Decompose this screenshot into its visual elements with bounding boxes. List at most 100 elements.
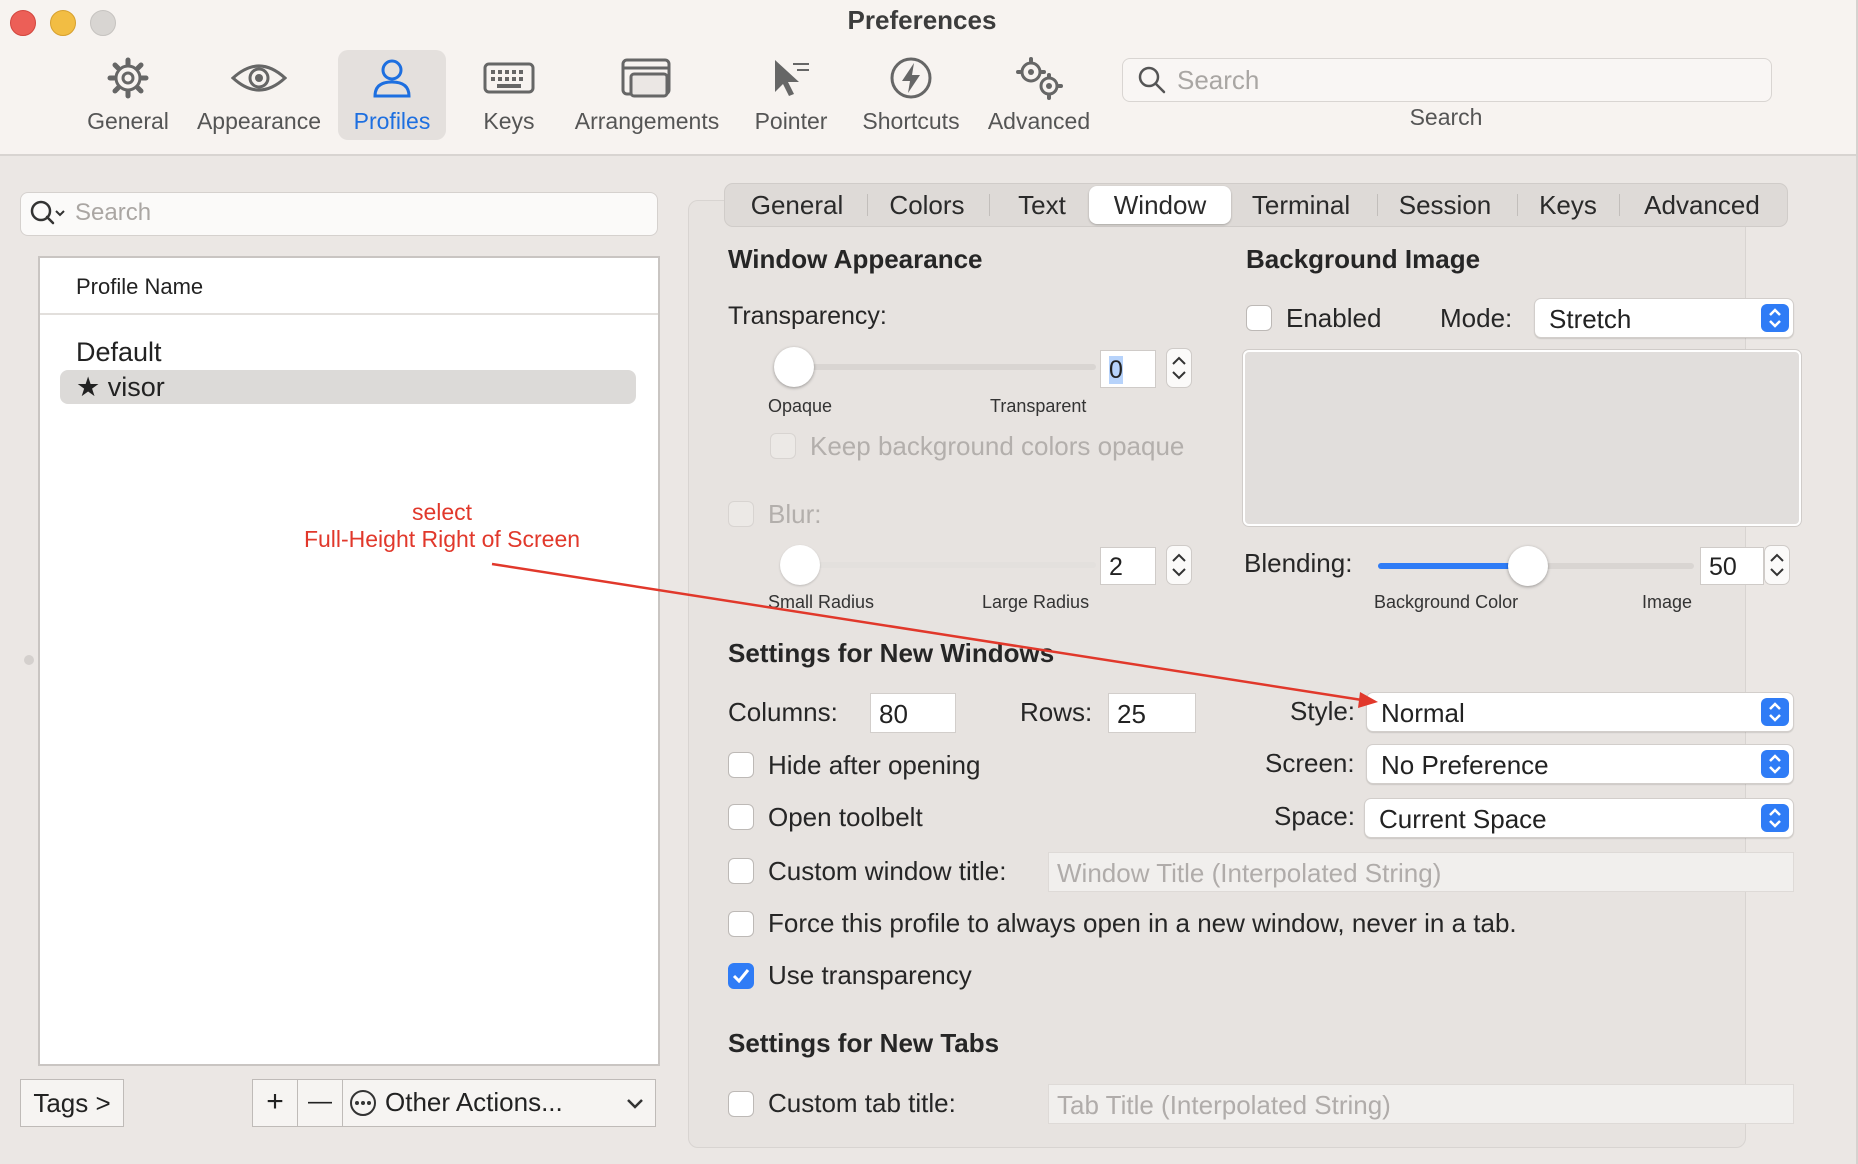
blur-stepper[interactable] [1166,545,1192,585]
stepper-arrows-icon [1770,553,1784,577]
style-label: Style: [1290,696,1356,726]
toolbar-label: General [87,108,169,134]
profile-search-field[interactable]: Search [20,192,658,236]
tab-text[interactable]: Text [997,184,1087,226]
window-appearance-heading: Window Appearance [728,244,983,274]
toolbar: Preferences General Appearance Profiles … [0,0,1856,156]
toolbar-profiles[interactable]: Profiles [338,50,446,140]
tab-title-field[interactable]: Tab Title (Interpolated String) [1048,1084,1794,1124]
profile-row[interactable]: Default [60,335,636,369]
annotation-text: select Full-Height Right of Screen [282,499,602,553]
tags-button[interactable]: Tags > [20,1079,124,1127]
pointer-icon [775,60,809,96]
custom-window-title-checkbox[interactable] [728,858,754,884]
toolbar-advanced[interactable]: Advanced [984,50,1094,140]
tab-separator [867,194,868,216]
preferences-window: Preferences General Appearance Profiles … [0,0,1858,1164]
columns-field[interactable]: 80 [870,693,956,733]
blending-min-label: Background Color [1374,592,1519,612]
bg-mode-select[interactable]: Stretch [1534,298,1794,338]
toolbar-general[interactable]: General [80,50,176,140]
toolbar-keys[interactable]: Keys [466,50,552,140]
tab-colors[interactable]: Colors [875,184,979,226]
blur-checkbox[interactable] [728,501,754,527]
updown-chevron-icon [1761,750,1789,778]
add-profile-button[interactable]: + [253,1080,298,1126]
tab-keys[interactable]: Keys [1525,184,1611,226]
toolbar-search-field[interactable]: Search [1122,58,1772,102]
blending-stepper[interactable] [1764,545,1790,585]
transparency-stepper[interactable] [1166,348,1192,388]
blur-slider-track[interactable] [780,562,1096,568]
toolbar-shortcuts[interactable]: Shortcuts [854,50,968,140]
open-toolbelt-label: Open toolbelt [768,802,923,832]
toolbar-label: Pointer [754,108,828,134]
toolbar-arrangements[interactable]: Arrangements [570,50,724,140]
window-title: Preferences [847,5,997,35]
keep-bg-opaque-checkbox[interactable] [770,433,796,459]
hide-after-opening-checkbox[interactable] [728,752,754,778]
profile-row-selected[interactable]: ★ visor [60,370,636,404]
background-image-well[interactable] [1243,350,1801,526]
other-actions-menu[interactable]: Other Actions... [343,1080,655,1126]
tab-session[interactable]: Session [1385,184,1505,226]
columns-label: Columns: [728,697,838,727]
force-new-window-label: Force this profile to always open in a n… [768,908,1517,938]
transparency-slider-knob[interactable] [774,347,814,387]
style-value: Normal [1381,698,1465,728]
force-new-window-checkbox[interactable] [728,911,754,937]
blending-value-field[interactable]: 50 [1700,547,1764,585]
window-title-field[interactable]: Window Title (Interpolated String) [1048,852,1794,892]
splitter-handle[interactable] [24,655,34,665]
toolbar-search-label: Search [1409,104,1483,130]
tab-separator [1377,194,1378,216]
blur-value-field[interactable]: 2 [1100,547,1156,585]
background-image-heading: Background Image [1246,244,1481,274]
transparency-slider-track[interactable] [790,364,1096,370]
screen-select[interactable]: No Preference [1366,744,1794,784]
blending-label: Blending: [1244,548,1353,578]
profile-column-header-label: Profile Name [76,274,204,299]
blending-slider-fill [1378,563,1529,569]
rows-label: Rows: [1020,697,1093,727]
blending-slider-knob[interactable] [1508,546,1549,586]
toolbar-label: Appearance [196,108,322,134]
custom-tab-title-label: Custom tab title: [768,1088,956,1118]
transparency-label: Transparency: [728,302,887,330]
open-toolbelt-checkbox[interactable] [728,804,754,830]
search-menu-icon [30,200,65,225]
profile-actions-bar: + — Other Actions... [252,1079,656,1127]
gear-icon [107,57,149,99]
space-value: Current Space [1379,804,1547,834]
use-transparency-label: Use transparency [768,960,972,990]
tab-general[interactable]: General [737,184,857,226]
toolbar-pointer[interactable]: Pointer [748,50,834,140]
ellipsis-circle-icon [350,1090,376,1116]
search-icon [1138,66,1166,94]
bg-image-enabled-label: Enabled [1286,303,1382,333]
gears-icon [1016,57,1063,100]
custom-tab-title-checkbox[interactable] [728,1091,754,1117]
toolbar-appearance[interactable]: Appearance [190,50,328,140]
checkmark-icon [732,969,750,984]
bg-mode-value: Stretch [1549,304,1632,334]
tab-terminal[interactable]: Terminal [1237,184,1365,226]
use-transparency-checkbox[interactable] [728,963,754,989]
settings-tab-bar: General Colors Text Window Terminal Sess… [724,183,1788,227]
lightning-icon [890,57,932,99]
rows-field[interactable]: 25 [1108,693,1196,733]
transparency-value-field[interactable]: 0 [1100,350,1156,388]
remove-profile-button[interactable]: — [298,1080,343,1126]
space-label: Space: [1274,801,1355,831]
profile-column-header[interactable]: Profile Name [40,258,658,315]
toolbar-label: Keys [483,108,535,134]
blur-slider-knob[interactable] [780,545,820,585]
style-select[interactable]: Normal [1366,692,1794,732]
space-select[interactable]: Current Space [1364,798,1794,838]
blur-max-label: Large Radius [982,592,1090,612]
chevron-down-icon [627,1099,643,1109]
tab-window[interactable]: Window [1089,186,1231,224]
tab-advanced[interactable]: Advanced [1627,184,1777,226]
bg-image-enabled-checkbox[interactable] [1246,305,1272,331]
profile-name: ★ visor [76,372,165,402]
